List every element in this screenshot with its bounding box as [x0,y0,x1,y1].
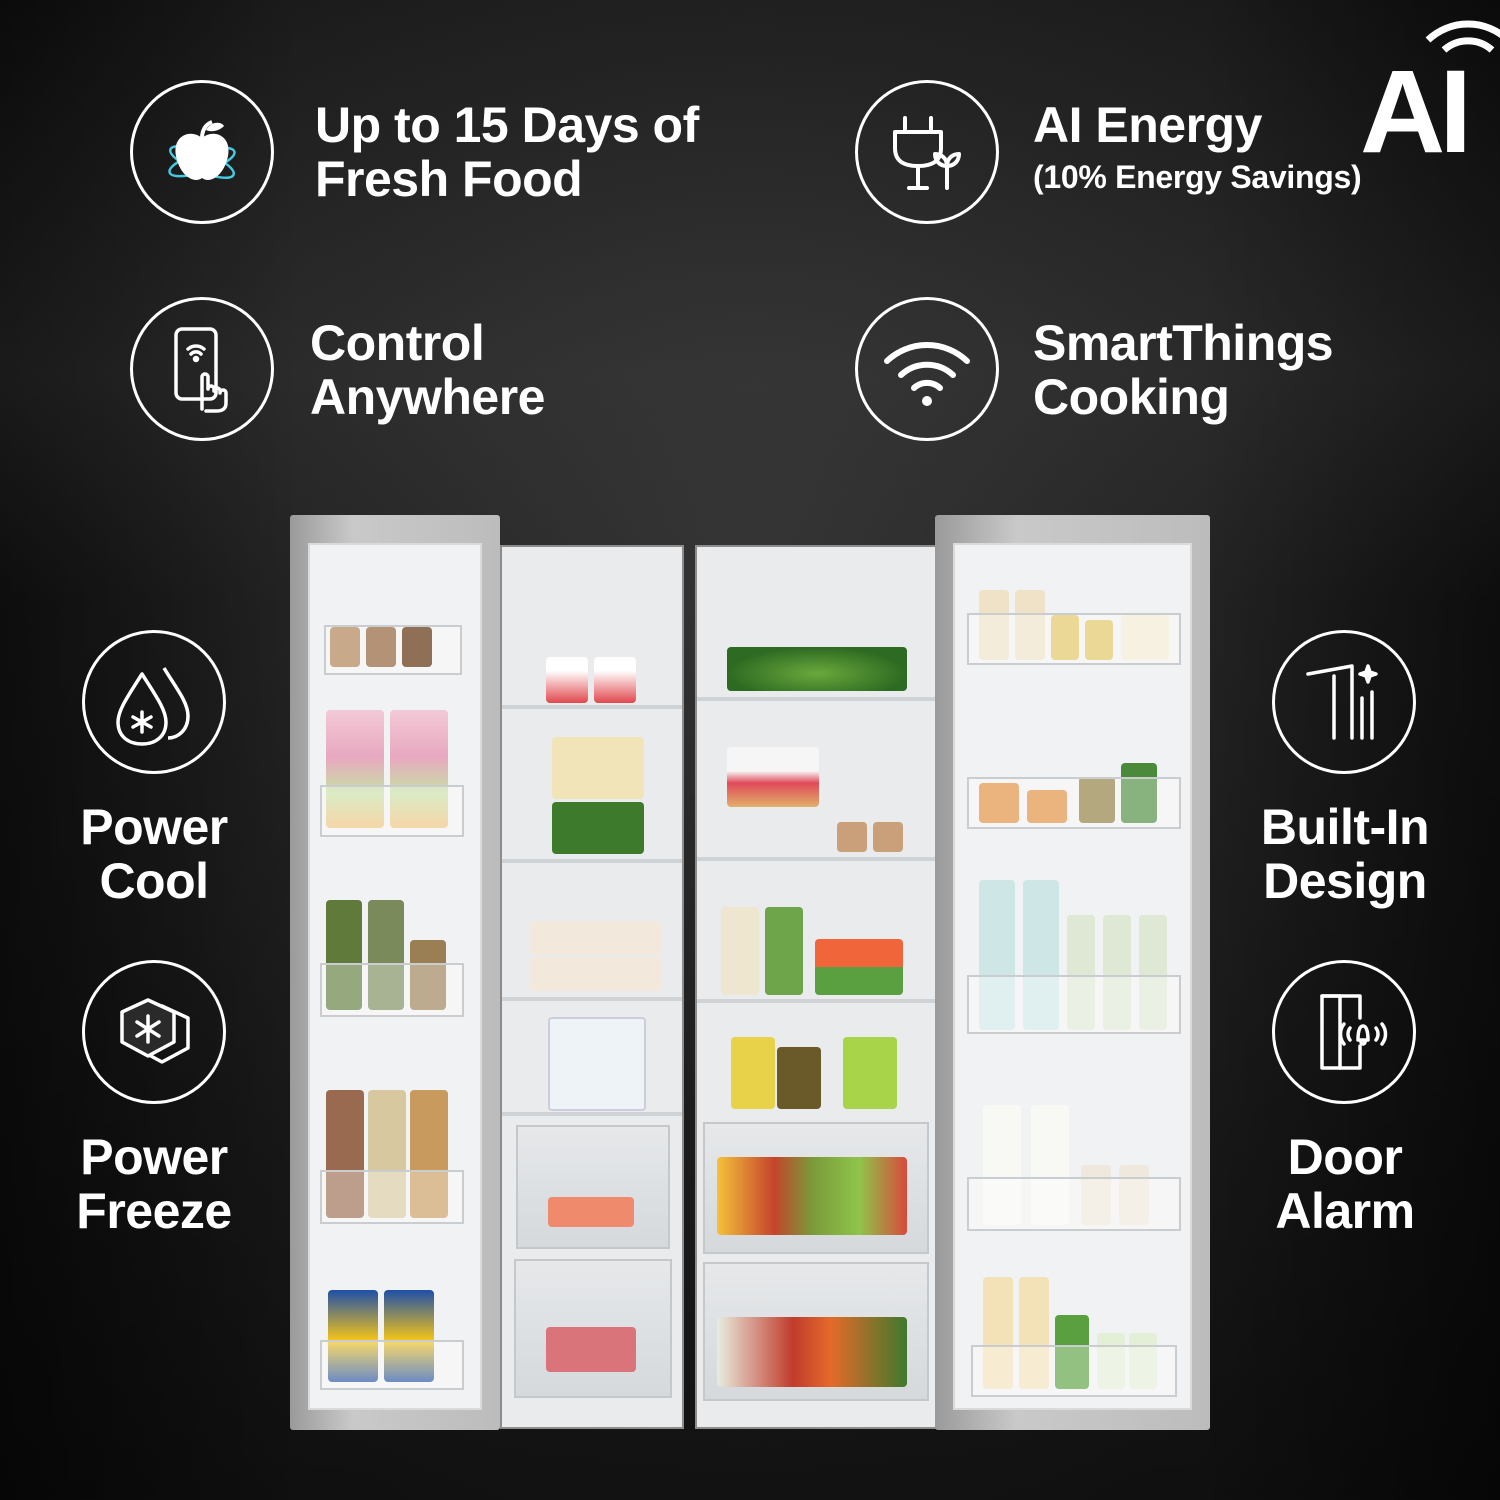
power-freeze-line2: Freeze [76,1183,232,1239]
fridge-shelf [697,697,935,701]
ice-cream-cup [546,657,588,703]
fresh-food-line1: Up to 15 Days of [315,97,699,153]
door-bin [967,975,1181,1034]
freezer-door-inner [308,543,482,1410]
built-in-label: Built-In Design [1245,800,1445,908]
droplet-snowflake-icon [116,667,190,746]
ai-energy-badge [855,80,999,224]
ice-cream-cup [594,657,636,703]
pickle-jar [777,1047,821,1109]
fridge-door [935,515,1210,1430]
ai-logo: AI [1360,20,1500,180]
door-alarm-line1: Door [1287,1129,1403,1185]
ai-energy-label: AI Energy (10% Energy Savings) [1033,97,1362,195]
fresh-food-line2: Fresh Food [315,151,583,207]
freezer-shelf [502,1112,682,1116]
ramekin [837,822,867,852]
ai-logo-text: AI [1360,46,1472,178]
lemon-jar [731,1037,775,1109]
smartthings-label: SmartThings Cooking [1033,315,1334,425]
cauliflower-container [552,737,644,799]
salmon [548,1197,634,1227]
smartthings-line1: SmartThings [1033,315,1334,371]
control-anywhere-line2: Anywhere [310,369,545,425]
ai-energy-line2: (10% Energy Savings) [1033,159,1362,195]
vegetables [717,1317,907,1387]
power-cool-label: Power Cool [62,800,246,908]
ramekin [873,822,903,852]
door-bin [320,963,464,1017]
power-freeze-badge [82,960,226,1104]
built-in-badge [1272,630,1416,774]
power-cool-badge [82,630,226,774]
fresh-food-badge [130,80,274,224]
control-anywhere-line1: Control [310,315,485,371]
fresh-food-label: Up to 15 Days of Fresh Food [315,98,699,206]
nut-jar [402,627,432,667]
plug-leaf-icon [893,116,961,190]
nut-jar [366,627,396,667]
asparagus-jar [721,907,759,995]
door-alarm-label: Door Alarm [1245,1130,1445,1238]
cake-dome [727,747,819,807]
built-in-line1: Built-In [1260,799,1430,855]
lime-jar [843,1037,897,1109]
freezer-shelf [502,859,682,863]
power-freeze-line1: Power [80,1129,228,1185]
fridge-shelf [697,999,935,1003]
mozzarella-pack [530,957,662,991]
door-bin [967,613,1181,665]
door-bin [967,777,1181,829]
power-cool-line2: Cool [99,853,209,909]
freezer-shelf [502,705,682,709]
door-bin [320,1340,464,1390]
mozzarella-pack [530,921,662,955]
power-cool-line1: Power [80,799,228,855]
fridge-door-inner [953,543,1192,1410]
built-in-line2: Design [1263,853,1427,909]
veg-container [815,939,903,995]
door-bin [971,1345,1177,1397]
fridge-compartment [695,545,937,1429]
control-anywhere-label: Control Anywhere [310,316,545,424]
phone-touch-icon [174,327,228,413]
smartthings-line2: Cooking [1033,369,1230,425]
nut-jar [330,627,360,667]
meat [546,1327,636,1372]
wifi-signal-icon [1425,20,1500,53]
apple-icon [168,120,236,180]
built-in-icon [1306,664,1378,740]
control-anywhere-badge [130,297,274,441]
door-alarm-line2: Alarm [1275,1183,1415,1239]
wifi-icon [884,342,970,406]
freezer-drawer [516,1125,670,1249]
fridge-shelf [697,857,935,861]
door-bin [967,1177,1181,1231]
fruits [717,1157,907,1235]
broccoli-container [552,802,644,854]
door-bell-icon [1320,994,1388,1070]
hexagon-snowflake-icon [120,998,190,1064]
salad-bowl [727,647,907,691]
freezer-compartment [500,545,684,1429]
asparagus-jar [765,907,803,995]
door-bin [320,785,464,837]
freezer-door [290,515,500,1430]
ice-bin [548,1017,646,1111]
refrigerator [290,505,1210,1435]
power-freeze-label: Power Freeze [62,1130,246,1238]
smartthings-badge [855,297,999,441]
ai-energy-line1: AI Energy [1033,97,1262,153]
freezer-shelf [502,997,682,1001]
door-alarm-badge [1272,960,1416,1104]
door-bin [320,1170,464,1224]
